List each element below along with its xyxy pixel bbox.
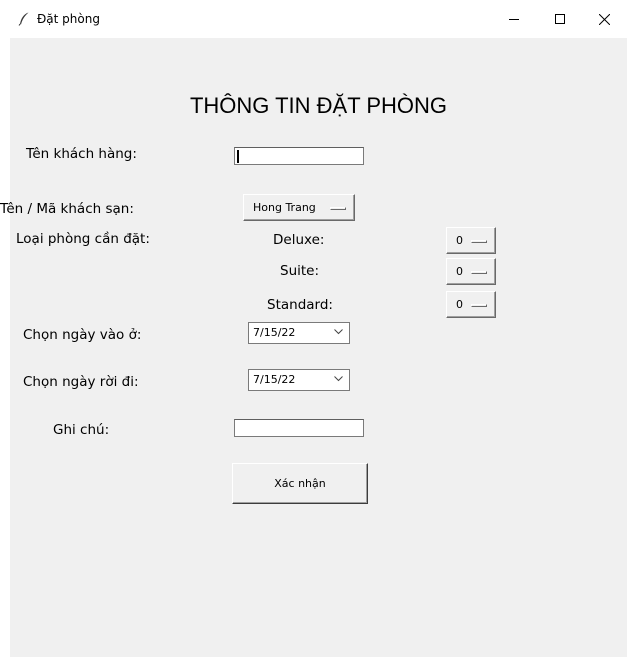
title-bar[interactable]: Đặt phòng: [0, 0, 627, 38]
checkin-label: Chọn ngày vào ở:: [23, 327, 142, 343]
maximize-button[interactable]: [537, 0, 583, 38]
checkin-date-value: 7/15/22: [253, 326, 296, 339]
suite-count-dropdown[interactable]: 0: [446, 258, 496, 285]
standard-count-value: 0: [456, 298, 463, 311]
dropdown-indicator-icon: [471, 240, 487, 243]
close-icon: [598, 13, 610, 25]
chevron-down-icon: [334, 329, 343, 335]
hotel-label: Tên / Mã khách sạn:: [0, 201, 134, 217]
dropdown-indicator-icon: [330, 207, 346, 210]
minimize-button[interactable]: [491, 0, 537, 38]
checkout-date-picker[interactable]: 7/15/22: [248, 369, 350, 391]
dropdown-indicator-icon: [471, 304, 487, 307]
standard-count-dropdown[interactable]: 0: [446, 291, 496, 318]
minimize-icon: [508, 18, 519, 20]
confirm-button[interactable]: Xác nhận: [232, 463, 368, 504]
customer-name-label: Tên khách hàng:: [26, 146, 137, 162]
dropdown-indicator-icon: [471, 271, 487, 274]
note-input[interactable]: [234, 419, 364, 437]
text-cursor: [237, 150, 239, 163]
form-area: THÔNG TIN ĐẶT PHÒNG Tên khách hàng: Tên …: [0, 38, 627, 657]
deluxe-count-value: 0: [456, 234, 463, 247]
checkout-label: Chọn ngày rời đi:: [23, 374, 139, 390]
room-standard-label: Standard:: [267, 297, 333, 313]
feather-icon: [18, 12, 29, 26]
room-suite-label: Suite:: [280, 263, 320, 279]
hotel-dropdown[interactable]: Hong Trang: [243, 194, 355, 221]
hotel-dropdown-value: Hong Trang: [253, 201, 316, 214]
checkout-date-value: 7/15/22: [253, 373, 296, 386]
checkin-date-picker[interactable]: 7/15/22: [248, 322, 350, 344]
suite-count-value: 0: [456, 265, 463, 278]
deluxe-count-dropdown[interactable]: 0: [446, 227, 496, 254]
window-title: Đặt phòng: [37, 12, 100, 26]
maximize-icon: [554, 13, 565, 24]
customer-name-input[interactable]: [234, 147, 364, 165]
chevron-down-icon: [334, 376, 343, 382]
room-type-label: Loại phòng cần đặt:: [16, 231, 150, 247]
room-deluxe-label: Deluxe:: [273, 232, 325, 248]
close-button[interactable]: [581, 0, 627, 38]
page-title: THÔNG TIN ĐẶT PHÒNG: [189, 93, 448, 118]
note-label: Ghi chú:: [53, 422, 110, 438]
